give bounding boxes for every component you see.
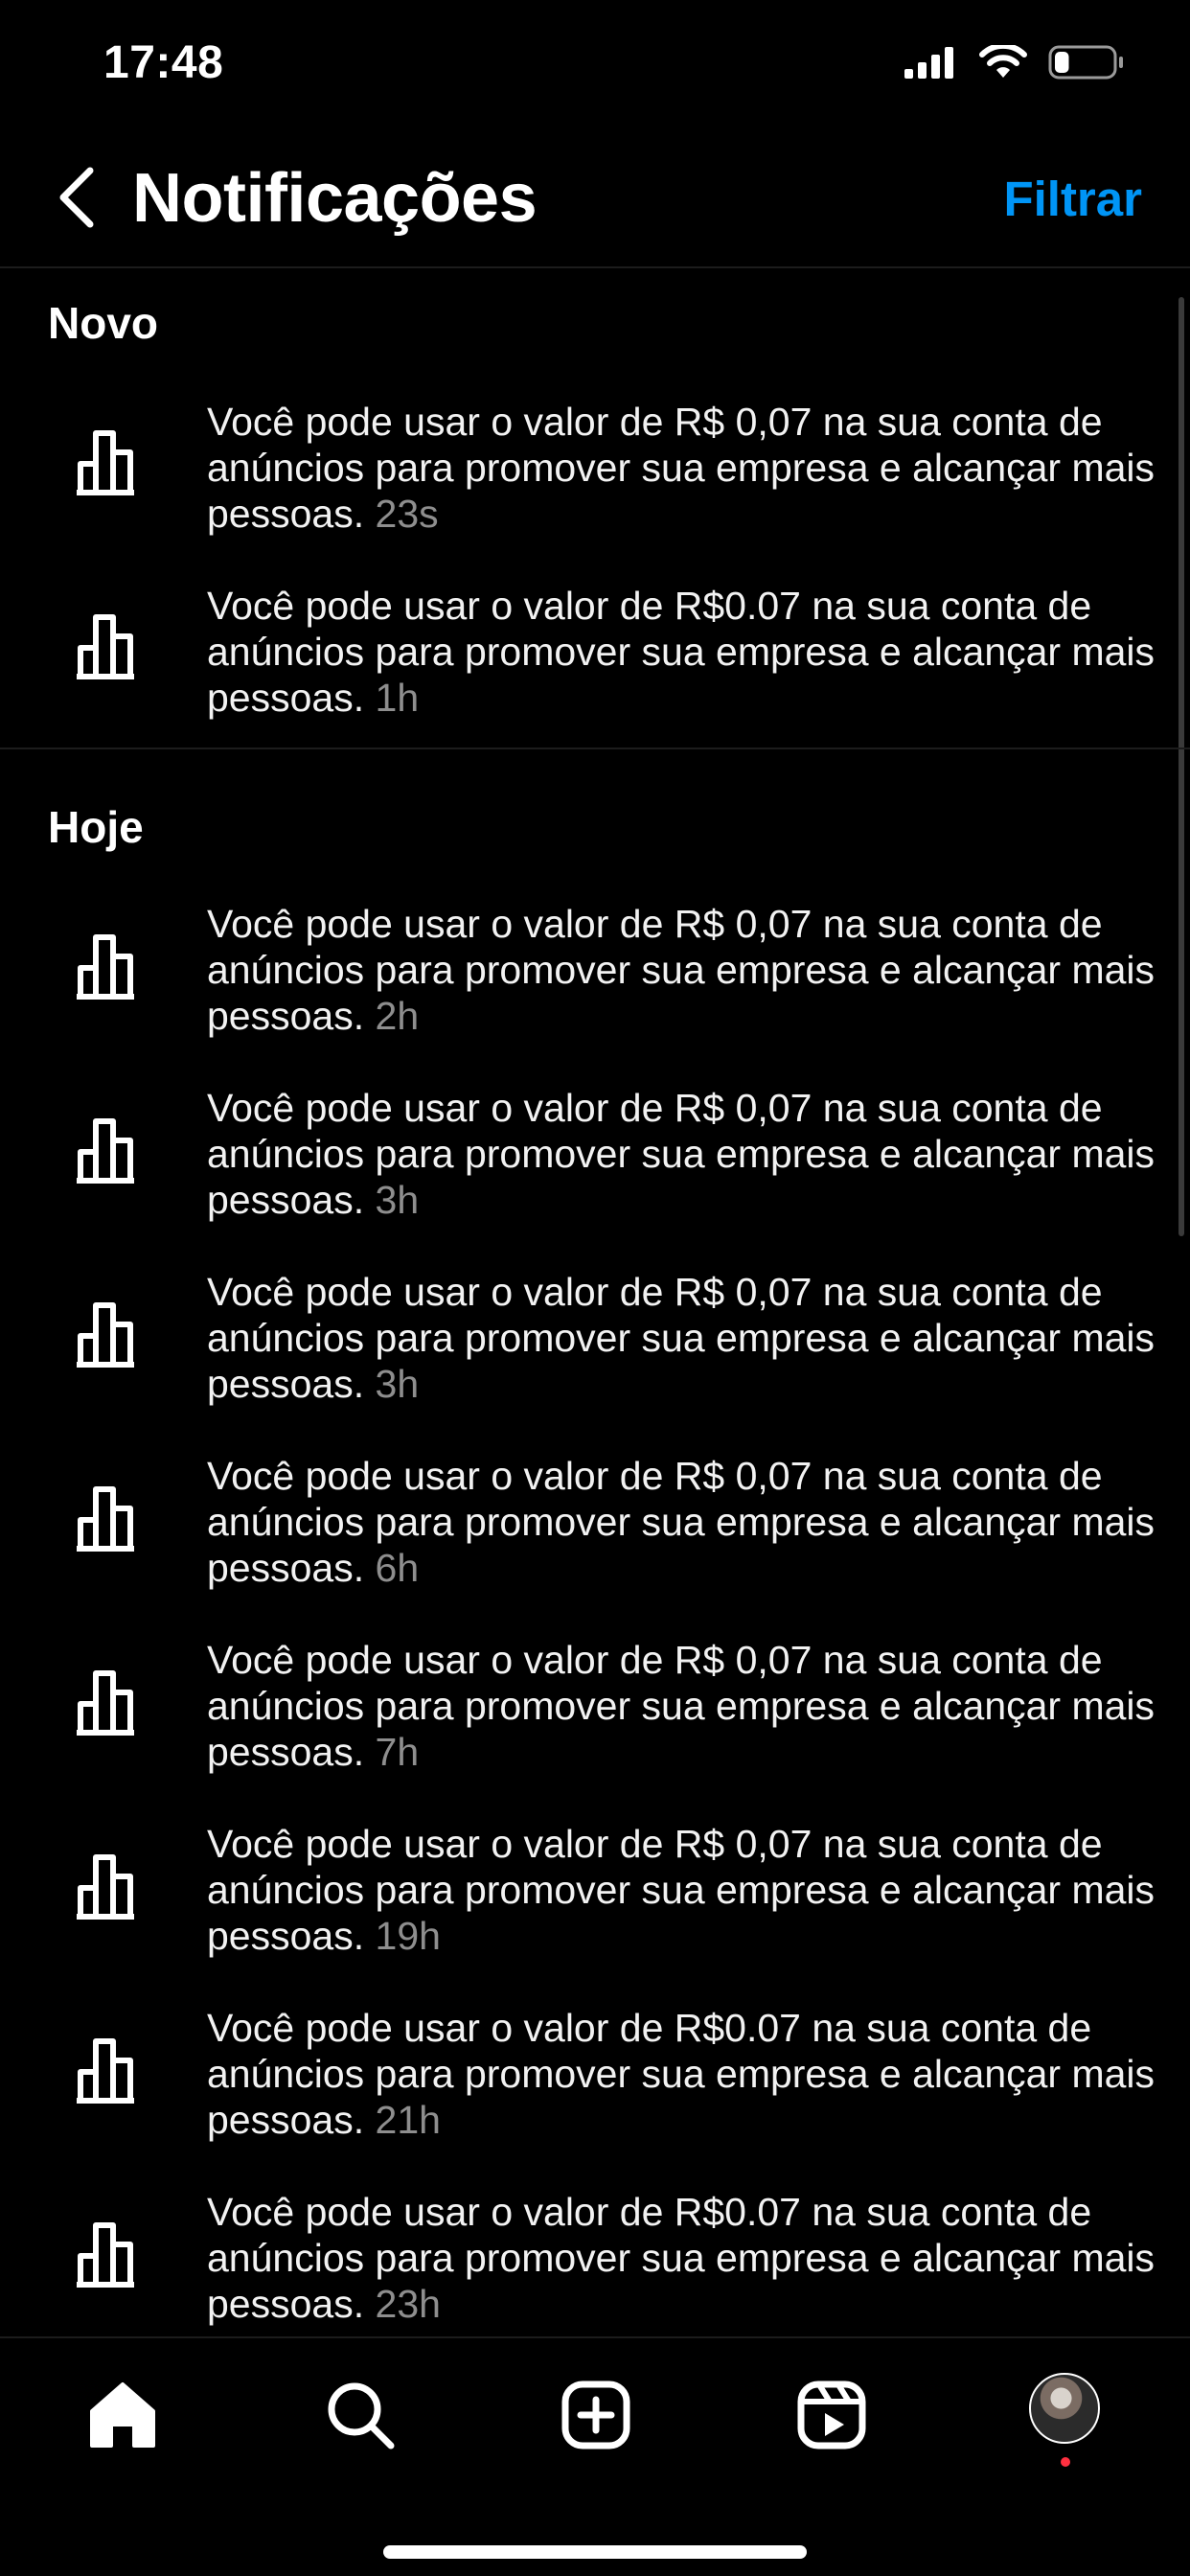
notification-text: Você pode usar o valor de R$ 0,07 na sua… [207,1270,1156,1406]
notification-text: Você pode usar o valor de R$0.07 na sua … [207,2006,1156,2142]
section-divider [0,748,1190,749]
cellular-signal-icon [904,47,953,79]
section-title-novo: Novo [48,298,158,348]
home-icon[interactable] [84,2377,161,2453]
bar-chart-icon [77,934,134,1000]
bar-chart-icon [77,1854,134,1920]
filter-button[interactable]: Filtrar [1003,171,1142,227]
notification-text: Você pode usar o valor de R$ 0,07 na sua… [207,902,1156,1038]
back-chevron-icon[interactable] [52,163,103,232]
notification-item[interactable]: Você pode usar o valor de R$ 0,07 na sua… [0,1794,1190,1978]
home-indicator[interactable] [383,2545,807,2559]
notification-time: 23h [375,2282,441,2326]
notification-item[interactable]: Você pode usar o valor de R$0.07 na sua … [0,554,1190,738]
section-title-hoje: Hoje [48,802,144,852]
header: Notificações Filtrar [0,128,1190,268]
notification-text: Você pode usar o valor de R$ 0,07 na sua… [207,1638,1156,1774]
tab-bar [0,2336,1190,2576]
page-title: Notificações [132,160,538,237]
profile-avatar[interactable] [1029,2373,1100,2444]
bar-chart-icon [77,430,134,495]
notification-item[interactable]: Você pode usar o valor de R$ 0,07 na sua… [0,1058,1190,1242]
notification-text: Você pode usar o valor de R$ 0,07 na sua… [207,1454,1156,1590]
notification-text: Você pode usar o valor de R$ 0,07 na sua… [207,400,1156,536]
bar-chart-icon [77,614,134,679]
notifications-screen: 17:48 Notificações Filtrar Novo Você pod… [0,0,1190,2576]
status-time: 17:48 [103,37,224,88]
notification-item[interactable]: Você pode usar o valor de R$ 0,07 na sua… [0,874,1190,1058]
bar-chart-icon [77,2038,134,2104]
reels-icon[interactable] [793,2377,870,2453]
notification-text: Você pode usar o valor de R$0.07 na sua … [207,584,1156,720]
notification-text: Você pode usar o valor de R$ 0,07 na sua… [207,1822,1156,1958]
bar-chart-icon [77,1118,134,1184]
battery-icon [1048,45,1123,80]
notifications-list[interactable]: Novo Você pode usar o valor de R$ 0,07 n… [0,268,1190,2336]
bar-chart-icon [77,1302,134,1368]
notification-time: 3h [375,1362,420,1406]
status-bar: 17:48 [0,0,1190,128]
notification-time: 23s [375,492,439,536]
search-icon[interactable] [322,2377,399,2453]
status-icons [904,44,1125,80]
notification-text: Você pode usar o valor de R$0.07 na sua … [207,2190,1156,2326]
notification-item[interactable]: Você pode usar o valor de R$ 0,07 na sua… [0,370,1190,554]
notification-item[interactable]: Você pode usar o valor de R$ 0,07 na sua… [0,1426,1190,1610]
notification-text: Você pode usar o valor de R$ 0,07 na sua… [207,1086,1156,1222]
wifi-icon [979,45,1027,78]
notification-time: 21h [375,2098,441,2142]
notification-item[interactable]: Você pode usar o valor de R$0.07 na sua … [0,2162,1190,2336]
notification-item[interactable]: Você pode usar o valor de R$ 0,07 na sua… [0,1242,1190,1426]
notification-time: 3h [375,1178,420,1222]
bar-chart-icon [77,1486,134,1552]
notification-time: 1h [375,676,420,720]
plus-square-icon[interactable] [558,2377,634,2453]
notification-time: 6h [375,1546,420,1590]
bar-chart-icon [77,2222,134,2288]
notification-item[interactable]: Você pode usar o valor de R$ 0,07 na sua… [0,1610,1190,1794]
profile-notification-dot [1061,2457,1070,2467]
notification-time: 7h [375,1730,420,1774]
notification-item[interactable]: Você pode usar o valor de R$0.07 na sua … [0,1978,1190,2162]
notification-time: 19h [375,1914,441,1958]
notification-time: 2h [375,994,420,1038]
bar-chart-icon [77,1670,134,1736]
